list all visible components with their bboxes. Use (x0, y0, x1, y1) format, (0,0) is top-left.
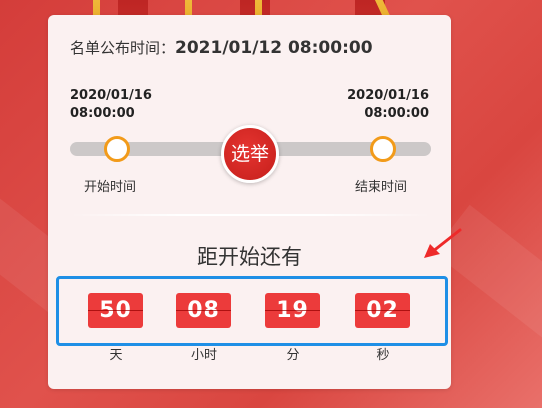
hours-label: 小时 (190, 348, 217, 363)
start-marker (104, 136, 130, 162)
start-date: 2020/01/16 (70, 88, 152, 103)
end-time: 08:00:00 (364, 106, 429, 121)
countdown-highlight-box (56, 276, 448, 346)
start-time: 08:00:00 (70, 106, 135, 121)
publish-time-label: 名单公布时间： (70, 39, 176, 57)
end-marker (370, 136, 396, 162)
minutes-label: 分 (286, 348, 300, 363)
publish-time-value: 2021/01/12 08:00:00 (175, 38, 373, 58)
countdown-title: 距开始还有 (197, 245, 302, 269)
end-time-label: 结束时间 (355, 180, 408, 195)
election-badge[interactable]: 选举 (221, 125, 279, 183)
annotation-arrow-icon (424, 228, 462, 258)
seconds-label: 秒 (376, 348, 390, 363)
end-datetime: 2020/01/16 08:00:00 (347, 87, 429, 123)
end-date: 2020/01/16 (347, 88, 429, 103)
publish-time: 名单公布时间：2021/01/12 08:00:00 (70, 37, 373, 58)
divider (70, 214, 431, 216)
days-label: 天 (109, 348, 123, 363)
start-datetime: 2020/01/16 08:00:00 (70, 87, 152, 123)
start-time-label: 开始时间 (84, 180, 137, 195)
